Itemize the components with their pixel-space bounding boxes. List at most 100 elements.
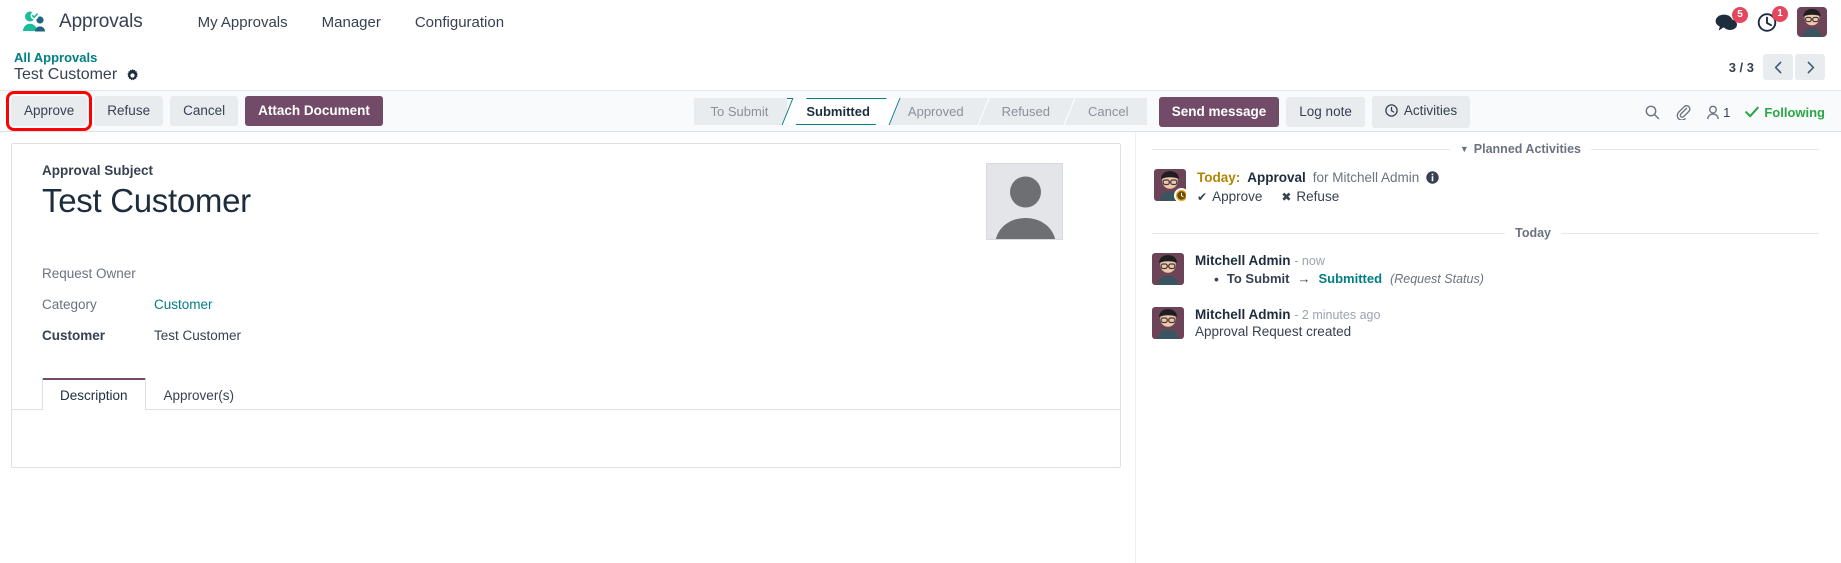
planned-activities-label: Planned Activities	[1473, 142, 1581, 156]
activity-clock-icon	[1174, 188, 1186, 201]
tracking-old-value: To Submit	[1226, 271, 1290, 286]
following-toggle[interactable]: Following	[1745, 105, 1825, 120]
tracking-value-row: • To Submit → Submitted (Request Status)	[1195, 271, 1484, 286]
status-cancel[interactable]: Cancel	[1068, 97, 1148, 125]
planned-activity-item: Today: Approval for Mitchell Admin ✔ App…	[1152, 169, 1819, 204]
notebook-tabs: Description Approver(s)	[12, 377, 1120, 410]
send-message-button[interactable]: Send message	[1158, 97, 1280, 127]
placeholder-avatar[interactable]	[986, 163, 1063, 240]
message-timestamp: - now	[1294, 254, 1325, 268]
pager: 3 / 3	[1729, 54, 1825, 80]
status-refused[interactable]: Refused	[982, 97, 1069, 125]
cancel-button[interactable]: Cancel	[170, 96, 239, 126]
user-avatar	[1152, 253, 1184, 285]
message-author[interactable]: Mitchell Admin	[1195, 253, 1291, 268]
message-body: Approval Request created	[1195, 324, 1352, 339]
planned-activities-toggle[interactable]: ▼ Planned Activities	[1460, 142, 1581, 156]
today-divider-label: Today	[1515, 226, 1551, 240]
tab-approvers[interactable]: Approver(s)	[146, 379, 253, 410]
clock-icon	[1385, 104, 1398, 117]
breadcrumb: All Approvals Test Customer	[14, 50, 139, 84]
approve-button[interactable]: Approve	[5, 91, 93, 131]
control-panel-breadcrumb-row: All Approvals Test Customer 3 / 3	[0, 44, 1841, 90]
field-request-owner: Request Owner	[42, 258, 1100, 289]
log-note-button[interactable]: Log note	[1286, 97, 1365, 127]
notebook: Description Approver(s)	[12, 377, 1120, 488]
approvals-people-icon	[22, 10, 48, 34]
user-avatar[interactable]	[1797, 7, 1827, 37]
list-item: Mitchell Admin - now • To Submit → Submi…	[1152, 253, 1819, 286]
check-icon: ✔	[1197, 189, 1208, 204]
followers-button[interactable]: 1	[1706, 105, 1730, 120]
refuse-button[interactable]: Refuse	[94, 96, 164, 126]
today-divider: Today	[1152, 226, 1819, 240]
chevron-right-icon[interactable]	[1795, 54, 1825, 80]
nav-my-approvals[interactable]: My Approvals	[181, 10, 305, 35]
field-customer-value[interactable]: Test Customer	[154, 328, 241, 343]
message-timestamp: - 2 minutes ago	[1294, 308, 1381, 322]
chatter-panel: ▼ Planned Activities Today: Approval for…	[1135, 132, 1841, 563]
planned-activities-divider: ▼ Planned Activities	[1152, 142, 1819, 156]
breadcrumb-parent-link[interactable]: All Approvals	[14, 50, 139, 65]
info-icon[interactable]	[1426, 171, 1440, 184]
app-name: Approvals	[59, 11, 143, 32]
approval-subject-value[interactable]: Test Customer	[42, 181, 251, 221]
activity-approve-button[interactable]: ✔ Approve	[1197, 189, 1262, 204]
field-category-label: Category	[42, 297, 97, 312]
activity-type: Approval	[1247, 170, 1306, 185]
nav-configuration[interactable]: Configuration	[398, 10, 521, 35]
chatter-follow-tools: 1 Following	[1645, 104, 1825, 120]
field-customer-label: Customer	[42, 328, 106, 343]
notebook-page-description[interactable]	[42, 410, 1100, 488]
messages-badge: 5	[1732, 6, 1748, 23]
form-sheet: Approval Subject Test Customer Request O…	[11, 143, 1121, 468]
field-group: Request Owner Category Customer Customer…	[42, 258, 1100, 351]
user-icon	[1707, 105, 1719, 119]
following-label: Following	[1764, 104, 1825, 120]
bullet-icon: •	[1214, 270, 1219, 287]
activity-approve-label: Approve	[1212, 189, 1263, 204]
message-list: Today Mitchell Admin - now • To Submit →…	[1152, 226, 1819, 339]
status-submitted[interactable]: Submitted	[787, 97, 889, 125]
tracking-new-value: Submitted	[1318, 271, 1383, 286]
cross-icon: ✖	[1281, 189, 1292, 204]
field-category: Category Customer	[42, 289, 1100, 320]
activities-button[interactable]: Activities	[1371, 95, 1471, 129]
check-icon	[1745, 106, 1760, 118]
arrow-right-icon: →	[1297, 271, 1311, 286]
chevron-left-icon[interactable]	[1763, 54, 1793, 80]
activity-refuse-label: Refuse	[1296, 189, 1340, 204]
status-approved[interactable]: Approved	[888, 97, 983, 125]
nav-manager[interactable]: Manager	[305, 10, 398, 35]
form-action-buttons: Approve Refuse Cancel Attach Document	[5, 91, 383, 131]
control-panel-action-row: Approve Refuse Cancel Attach Document To…	[0, 90, 1841, 132]
activities-button-label: Activities	[1403, 102, 1458, 118]
activity-assignee: for Mitchell Admin	[1312, 170, 1420, 185]
status-to-submit[interactable]: To Submit	[693, 97, 788, 125]
field-request-owner-label: Request Owner	[42, 266, 136, 281]
tab-description[interactable]: Description	[42, 378, 146, 410]
navbar-right-tools: 5 1	[1715, 0, 1827, 44]
caret-down-icon: ▼	[1459, 144, 1469, 154]
user-avatar	[1154, 169, 1186, 201]
main-content: Approval Subject Test Customer Request O…	[0, 132, 1841, 563]
form-pane: Approval Subject Test Customer Request O…	[0, 132, 1135, 563]
clock-icon[interactable]: 1	[1757, 5, 1788, 33]
followers-count: 1	[1723, 104, 1731, 120]
brand-block[interactable]: Approvals	[22, 10, 143, 34]
paperclip-icon[interactable]	[1675, 104, 1691, 120]
chat-bubble-icon[interactable]: 5	[1715, 6, 1748, 32]
list-item: Mitchell Admin - 2 minutes ago Approval …	[1152, 307, 1819, 339]
activities-badge: 1	[1772, 5, 1788, 22]
user-avatar	[1152, 307, 1184, 339]
attach-document-button[interactable]: Attach Document	[245, 96, 383, 126]
approval-subject-label: Approval Subject	[42, 163, 154, 178]
gear-icon[interactable]	[126, 68, 139, 82]
search-icon[interactable]	[1645, 105, 1660, 120]
field-customer: Customer Test Customer	[42, 320, 1100, 351]
activity-refuse-button[interactable]: ✖ Refuse	[1281, 189, 1339, 204]
pager-value: 3 / 3	[1728, 59, 1754, 75]
field-category-value[interactable]: Customer	[154, 297, 213, 312]
message-author[interactable]: Mitchell Admin	[1195, 307, 1291, 322]
activity-when: Today:	[1197, 170, 1241, 185]
